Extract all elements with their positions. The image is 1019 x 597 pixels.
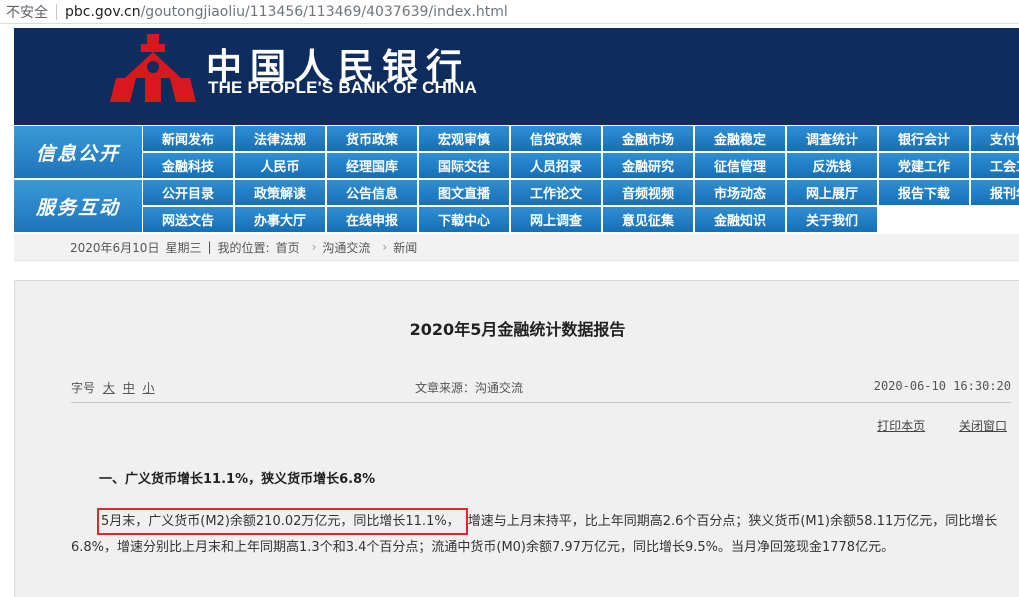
nav-item[interactable]: 新闻发布 — [142, 126, 233, 151]
site-banner: 中国人民银行 THE PEOPLE'S BANK OF CHINA — [14, 28, 1019, 125]
bank-name-english: THE PEOPLE'S BANK OF CHINA — [208, 78, 477, 97]
nav-item[interactable]: 人民币 — [234, 153, 325, 178]
breadcrumb-divider: | — [207, 240, 212, 254]
nav-item[interactable]: 宏观审慎 — [418, 126, 509, 151]
article-meta: 字号 大 中 小 文章来源：沟通交流 2020-06-10 16:30:20 — [71, 377, 1011, 397]
nav-item[interactable]: 国际交往 — [418, 153, 509, 178]
nav-item[interactable]: 信贷政策 — [510, 126, 601, 151]
font-size-medium[interactable]: 中 — [123, 381, 135, 395]
section-heading: 一、广义货币增长11.1%，狭义货币增长6.8% — [99, 472, 376, 487]
nav-item[interactable]: 政策解读 — [234, 180, 325, 205]
nav-item[interactable]: 金融市场 — [602, 126, 693, 151]
chevron-right-icon: › — [382, 240, 388, 254]
article-paragraph: 5月末，广义货币(M2)余额210.02万亿元，同比增长11.1%， 增速与上月末… — [71, 508, 1011, 561]
article-title: 2020年5月金融统计数据报告 — [409, 320, 626, 339]
nav-item[interactable]: 办事大厅 — [234, 207, 325, 232]
current-weekday: 星期三 — [165, 240, 202, 255]
nav-item[interactable]: 货币政策 — [326, 126, 417, 151]
nav-menu: 公开目录政策解读公告信息图文直播工作论文音频视频市场动态网上展厅报告下载报刊年鉴… — [142, 180, 1019, 232]
current-date: 2020年6月10日 — [70, 240, 160, 255]
nav-item[interactable]: 网上展厅 — [786, 180, 877, 205]
nav-item[interactable]: 金融知识 — [694, 207, 785, 232]
url-path[interactable]: /goutongjiaoliu/113456/113469/4037639/in… — [141, 4, 508, 20]
nav-item[interactable]: 关于我们 — [786, 207, 877, 232]
article-source: 文章来源：沟通交流 — [415, 381, 524, 395]
nav-item[interactable]: 党建工作 — [878, 153, 969, 178]
page-container: 中国人民银行 THE PEOPLE'S BANK OF CHINA 信息公开 新… — [14, 28, 1019, 597]
nav-item[interactable]: 意见征集 — [602, 207, 693, 232]
nav-item[interactable]: 反洗钱 — [786, 153, 877, 178]
nav-item[interactable]: 报告下载 — [878, 180, 969, 205]
nav-item[interactable]: 网送文告 — [142, 207, 233, 232]
nav-item[interactable]: 报刊年鉴 — [970, 180, 1019, 205]
nav-section-label[interactable]: 服务互动 — [14, 180, 142, 232]
breadcrumb: 2020年6月10日 星期三 | 我的位置: 首页 › 沟通交流 › 新闻 — [14, 234, 1019, 261]
close-window-link[interactable]: 关闭窗口 — [959, 419, 1007, 433]
breadcrumb-home[interactable]: 首页 — [276, 239, 300, 256]
nav-section-label[interactable]: 信息公开 — [14, 126, 142, 178]
nav-item[interactable]: 公开目录 — [142, 180, 233, 205]
meta-divider — [71, 402, 1011, 403]
nav-item[interactable]: 经理国库 — [326, 153, 417, 178]
nav-item[interactable]: 支付体系 — [970, 126, 1019, 151]
nav-item[interactable]: 金融研究 — [602, 153, 693, 178]
insecure-label[interactable]: 不安全 — [0, 2, 48, 22]
nav-item[interactable]: 图文直播 — [418, 180, 509, 205]
pbc-emblem-icon — [110, 34, 196, 102]
font-size-control: 字号 大 中 小 — [71, 379, 155, 396]
nav-item[interactable]: 征信管理 — [694, 153, 785, 178]
nav-menu: 新闻发布法律法规货币政策宏观审慎信贷政策金融市场金融稳定调查统计银行会计支付体系… — [142, 126, 1019, 178]
nav-item[interactable]: 工作论文 — [510, 180, 601, 205]
nav-item[interactable]: 网上调查 — [510, 207, 601, 232]
highlighted-sentence: 5月末，广义货币(M2)余额210.02万亿元，同比增长11.1%， — [97, 508, 468, 535]
address-bar[interactable]: 不安全 pbc.gov.cn /goutongjiaoliu/113456/11… — [0, 0, 1019, 24]
breadcrumb-communication[interactable]: 沟通交流 — [322, 239, 370, 256]
font-size-label: 字号 — [71, 381, 96, 395]
nav-item[interactable]: 银行会计 — [878, 126, 969, 151]
article: 2020年5月金融统计数据报告 字号 大 中 小 文章来源：沟通交流 2020-… — [14, 280, 1019, 597]
breadcrumb-news[interactable]: 新闻 — [393, 239, 417, 256]
nav-item[interactable]: 金融科技 — [142, 153, 233, 178]
nav-item[interactable]: 工会工作 — [970, 153, 1019, 178]
nav-info-disclosure: 信息公开 新闻发布 法律法规 货币政策 宏观审慎 信贷政策 金融市场 金融稳定 调查统计 银行会… — [14, 126, 1019, 178]
nav-item[interactable]: 音频视频 — [602, 180, 693, 205]
font-size-large[interactable]: 大 — [103, 381, 115, 395]
nav-item[interactable]: 金融稳定 — [694, 126, 785, 151]
nav-item[interactable]: 下载中心 — [418, 207, 509, 232]
nav-item[interactable]: 在线申报 — [326, 207, 417, 232]
article-datetime: 2020-06-10 16:30:20 — [873, 379, 1011, 393]
nav-item[interactable]: 市场动态 — [694, 180, 785, 205]
font-size-small[interactable]: 小 — [143, 381, 155, 395]
address-separator — [56, 3, 57, 20]
nav-item[interactable]: 人员招录 — [510, 153, 601, 178]
article-tools: 打印本页 关闭窗口 — [847, 417, 1007, 434]
url-host[interactable]: pbc.gov.cn — [65, 4, 141, 20]
nav-service-interaction: 服务互动 公开目录 政策解读 公告信息 图文直播 工作论文 音频视频 市场动态 网上展厅 报告下… — [14, 180, 1019, 232]
print-page-link[interactable]: 打印本页 — [877, 419, 925, 433]
chevron-right-icon: › — [311, 240, 317, 254]
nav-item[interactable]: 法律法规 — [234, 126, 325, 151]
nav-item[interactable]: 公告信息 — [326, 180, 417, 205]
location-label: 我的位置: — [217, 240, 270, 255]
nav-item[interactable]: 调查统计 — [786, 126, 877, 151]
